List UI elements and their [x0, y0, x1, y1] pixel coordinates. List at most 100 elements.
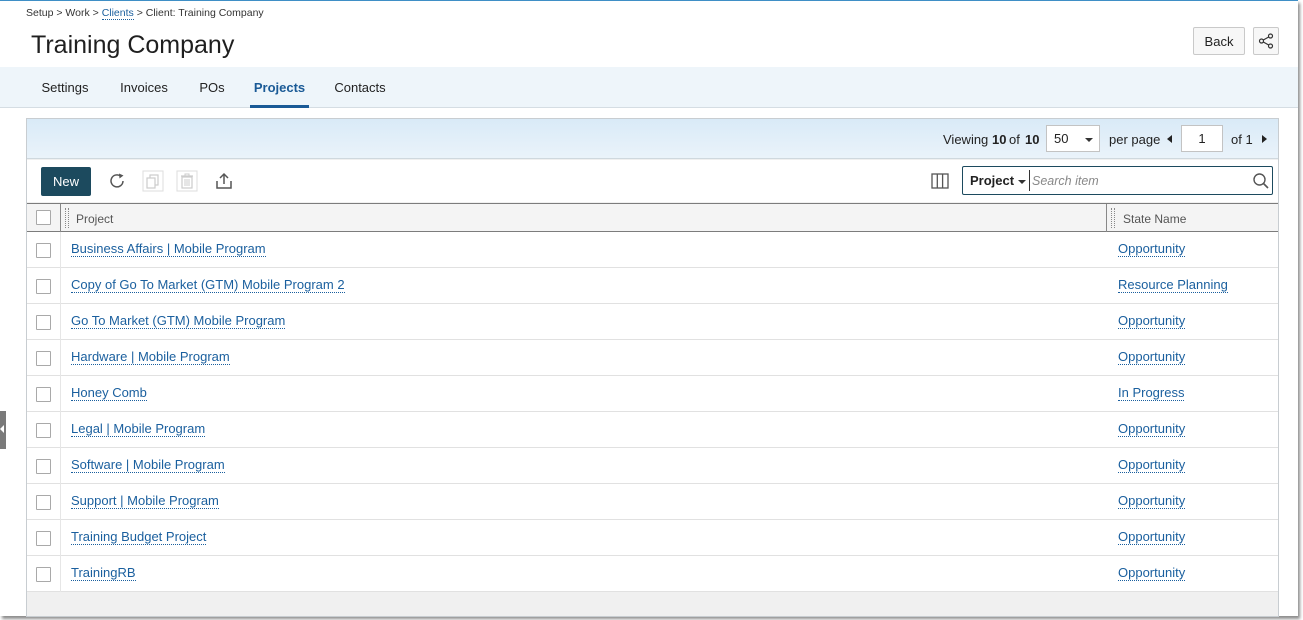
column-divider [60, 204, 61, 232]
project-link[interactable]: Hardware | Mobile Program [71, 349, 230, 365]
tab-invoices[interactable]: Invoices [114, 67, 174, 108]
tab-projects[interactable]: Projects [250, 67, 309, 108]
row-checkbox[interactable] [36, 495, 51, 510]
chevron-down-icon [1018, 179, 1027, 184]
new-button[interactable]: New [41, 167, 91, 196]
table-row[interactable]: Training Budget Project Opportunity [27, 520, 1278, 556]
page-title: Training Company [31, 31, 235, 59]
table-row[interactable]: Hardware | Mobile Program Opportunity [27, 340, 1278, 376]
refresh-icon [110, 173, 124, 188]
prev-page-icon[interactable] [1167, 135, 1172, 143]
search-input[interactable] [1029, 170, 1239, 191]
row-checkbox[interactable] [36, 423, 51, 438]
tab-pos[interactable]: POs [194, 67, 230, 108]
column-header-state-name[interactable]: State Name [1123, 212, 1186, 226]
state-link[interactable]: Opportunity [1118, 457, 1186, 473]
row-divider [60, 448, 61, 484]
columns-button[interactable] [929, 170, 951, 192]
search-scope-dropdown[interactable]: Project [970, 173, 1027, 188]
side-panel-toggle[interactable] [0, 411, 6, 449]
back-button[interactable]: Back [1193, 27, 1245, 55]
select-all-checkbox[interactable] [36, 210, 51, 225]
columns-icon [931, 173, 949, 189]
delete-button[interactable] [176, 170, 198, 192]
column-resize-handle[interactable] [65, 208, 69, 228]
row-divider [60, 376, 61, 412]
project-link[interactable]: Training Budget Project [71, 529, 207, 545]
state-link[interactable]: In Progress [1118, 385, 1185, 401]
row-checkbox[interactable] [36, 459, 51, 474]
next-page-icon[interactable] [1262, 135, 1267, 143]
projects-grid: Viewing 10 of 10 50 per page 1 of 1 New [26, 118, 1279, 617]
share-icon [1258, 33, 1274, 49]
tab-settings[interactable]: Settings [36, 67, 94, 108]
table-row[interactable]: Copy of Go To Market (GTM) Mobile Progra… [27, 268, 1278, 304]
breadcrumb-clients-link[interactable]: Clients [101, 7, 134, 20]
row-checkbox[interactable] [36, 243, 51, 258]
breadcrumb: Setup > Work > Clients > Client: Trainin… [26, 7, 264, 20]
row-divider [60, 232, 61, 268]
row-divider [60, 304, 61, 340]
row-checkbox[interactable] [36, 567, 51, 582]
page-total-label: of 1 [1231, 132, 1253, 147]
project-link[interactable]: Copy of Go To Market (GTM) Mobile Progra… [71, 277, 345, 293]
page-number-input[interactable]: 1 [1181, 125, 1223, 152]
viewing-count: 10 [992, 132, 1007, 147]
row-checkbox[interactable] [36, 387, 51, 402]
row-checkbox[interactable] [36, 315, 51, 330]
tab-bar: Settings Invoices POs Projects Contacts [0, 67, 1298, 108]
per-page-select[interactable]: 50 [1046, 125, 1100, 152]
viewing-label: Viewing [943, 132, 989, 147]
column-resize-handle[interactable] [1111, 208, 1115, 228]
column-header-project[interactable]: Project [76, 212, 113, 226]
row-checkbox[interactable] [36, 351, 51, 366]
project-link[interactable]: Go To Market (GTM) Mobile Program [71, 313, 286, 329]
breadcrumb-setup-work: Setup > Work > [26, 7, 102, 19]
project-link[interactable]: Legal | Mobile Program [71, 421, 206, 437]
export-icon [216, 172, 232, 189]
search-scope-label: Project [970, 173, 1015, 188]
state-link[interactable]: Opportunity [1118, 241, 1186, 257]
state-link[interactable]: Opportunity [1118, 313, 1186, 329]
row-divider [60, 484, 61, 520]
share-button[interactable] [1253, 27, 1279, 55]
table-body: Business Affairs | Mobile Program Opportu… [27, 232, 1278, 592]
per-page-label: per page [1109, 132, 1161, 147]
state-link[interactable]: Opportunity [1118, 529, 1186, 545]
table-row[interactable]: Business Affairs | Mobile Program Opportu… [27, 232, 1278, 268]
copy-icon [142, 170, 164, 192]
state-link[interactable]: Resource Planning [1118, 277, 1228, 293]
project-link[interactable]: TrainingRB [71, 565, 136, 581]
row-checkbox[interactable] [36, 531, 51, 546]
state-link[interactable]: Opportunity [1118, 565, 1186, 581]
row-divider [60, 340, 61, 376]
table-row[interactable]: Go To Market (GTM) Mobile Program Opportu… [27, 304, 1278, 340]
refresh-button[interactable] [106, 170, 128, 192]
table-row[interactable]: TrainingRB Opportunity [27, 556, 1278, 592]
delete-icon [176, 170, 198, 192]
viewing-total: 10 [1025, 132, 1040, 147]
table-row[interactable]: Legal | Mobile Program Opportunity [27, 412, 1278, 448]
state-link[interactable]: Opportunity [1118, 421, 1186, 437]
chevron-left-icon [0, 425, 4, 433]
project-link[interactable]: Software | Mobile Program [71, 457, 225, 473]
state-link[interactable]: Opportunity [1118, 493, 1186, 509]
column-divider [1106, 204, 1107, 232]
grid-toolbar: New Project Search item [27, 160, 1278, 202]
copy-button[interactable] [142, 170, 164, 192]
search-button[interactable] [1252, 172, 1270, 190]
page: Setup > Work > Clients > Client: Trainin… [0, 0, 1298, 617]
search-box: Project [962, 166, 1273, 195]
export-button[interactable] [213, 170, 235, 192]
tab-contacts[interactable]: Contacts [329, 67, 391, 108]
row-divider [60, 520, 61, 556]
table-row[interactable]: Software | Mobile Program Opportunity [27, 448, 1278, 484]
project-link[interactable]: Honey Comb [71, 385, 147, 401]
project-link[interactable]: Support | Mobile Program [71, 493, 219, 509]
state-link[interactable]: Opportunity [1118, 349, 1186, 365]
table-row[interactable]: Support | Mobile Program Opportunity [27, 484, 1278, 520]
row-checkbox[interactable] [36, 279, 51, 294]
table-row[interactable]: Honey Comb In Progress [27, 376, 1278, 412]
project-link[interactable]: Business Affairs | Mobile Program [71, 241, 266, 257]
projects-table: Project State Name Business Affairs | Mo… [27, 203, 1278, 592]
